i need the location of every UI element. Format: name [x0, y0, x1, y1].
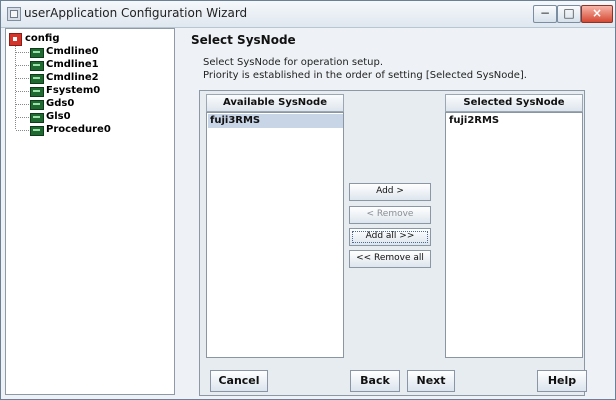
tree-label-procedure0: Procedure0	[46, 124, 111, 135]
wizard-window: userApplication Configuration Wizard − □…	[0, 0, 616, 400]
tree-label-gls0: Gls0	[46, 111, 71, 122]
tree-label-gds0: Gds0	[46, 98, 75, 109]
tree-connector-horizontal	[16, 130, 29, 131]
tree-connector-horizontal	[16, 78, 29, 79]
tree-label-cmdline2: Cmdline2	[46, 72, 99, 83]
resource-node-icon	[30, 113, 44, 123]
sysnode-selection-box: Available SysNode fuji3RMS Add > < Remov…	[199, 90, 585, 396]
tree-connector-horizontal	[16, 65, 29, 66]
resource-node-icon	[30, 87, 44, 97]
help-button[interactable]: Help	[537, 370, 587, 392]
remove-button[interactable]: < Remove	[349, 206, 431, 224]
next-button[interactable]: Next	[407, 370, 455, 392]
page-description-line-1: Select SysNode for operation setup.	[203, 57, 384, 68]
resource-node-icon	[30, 61, 44, 71]
resource-node-icon	[30, 126, 44, 136]
selected-sysnode-item[interactable]: fuji2RMS	[447, 114, 582, 128]
window-title: userApplication Configuration Wizard	[24, 6, 248, 20]
page-description-line-2: Priority is established in the order of …	[203, 70, 527, 81]
minimize-button[interactable]: −	[533, 5, 557, 23]
tree-label-cmdline0: Cmdline0	[46, 46, 99, 57]
add-button[interactable]: Add >	[349, 183, 431, 201]
tree-connector-horizontal	[16, 52, 29, 53]
available-sysnode-header: Available SysNode	[206, 94, 344, 112]
app-window-icon	[7, 7, 21, 21]
maximize-button[interactable]: □	[557, 5, 581, 23]
cancel-button[interactable]: Cancel	[210, 370, 268, 392]
title-bar: userApplication Configuration Wizard − □…	[1, 1, 615, 28]
add-all-button[interactable]: Add all >>	[349, 228, 431, 246]
resource-node-icon	[30, 74, 44, 84]
tree-label-config: config	[25, 33, 60, 44]
remove-all-button[interactable]: << Remove all	[349, 250, 431, 268]
tree-label-fsystem0: Fsystem0	[46, 85, 101, 96]
close-button[interactable]: ×	[581, 5, 613, 23]
sysnode-selection-panel: Select SysNode Select SysNode for operat…	[183, 32, 613, 396]
resource-node-icon	[30, 48, 44, 58]
tree-label-cmdline1: Cmdline1	[46, 59, 99, 70]
tree-connector-horizontal	[16, 117, 29, 118]
resource-node-icon	[30, 100, 44, 110]
page-title: Select SysNode	[191, 33, 296, 47]
selected-sysnode-header: Selected SysNode	[445, 94, 583, 112]
selected-sysnode-list[interactable]: fuji2RMS	[445, 112, 583, 358]
available-sysnode-list[interactable]: fuji3RMS	[206, 112, 344, 358]
tree-connector-horizontal	[16, 91, 29, 92]
available-sysnode-item[interactable]: fuji3RMS	[208, 114, 343, 128]
tree-connector-horizontal	[16, 104, 29, 105]
config-root-icon	[9, 33, 22, 46]
config-tree-panel: config Cmdline0 Cmdline1 Cmdline2 Fsyste…	[5, 28, 175, 395]
back-button[interactable]: Back	[350, 370, 400, 392]
